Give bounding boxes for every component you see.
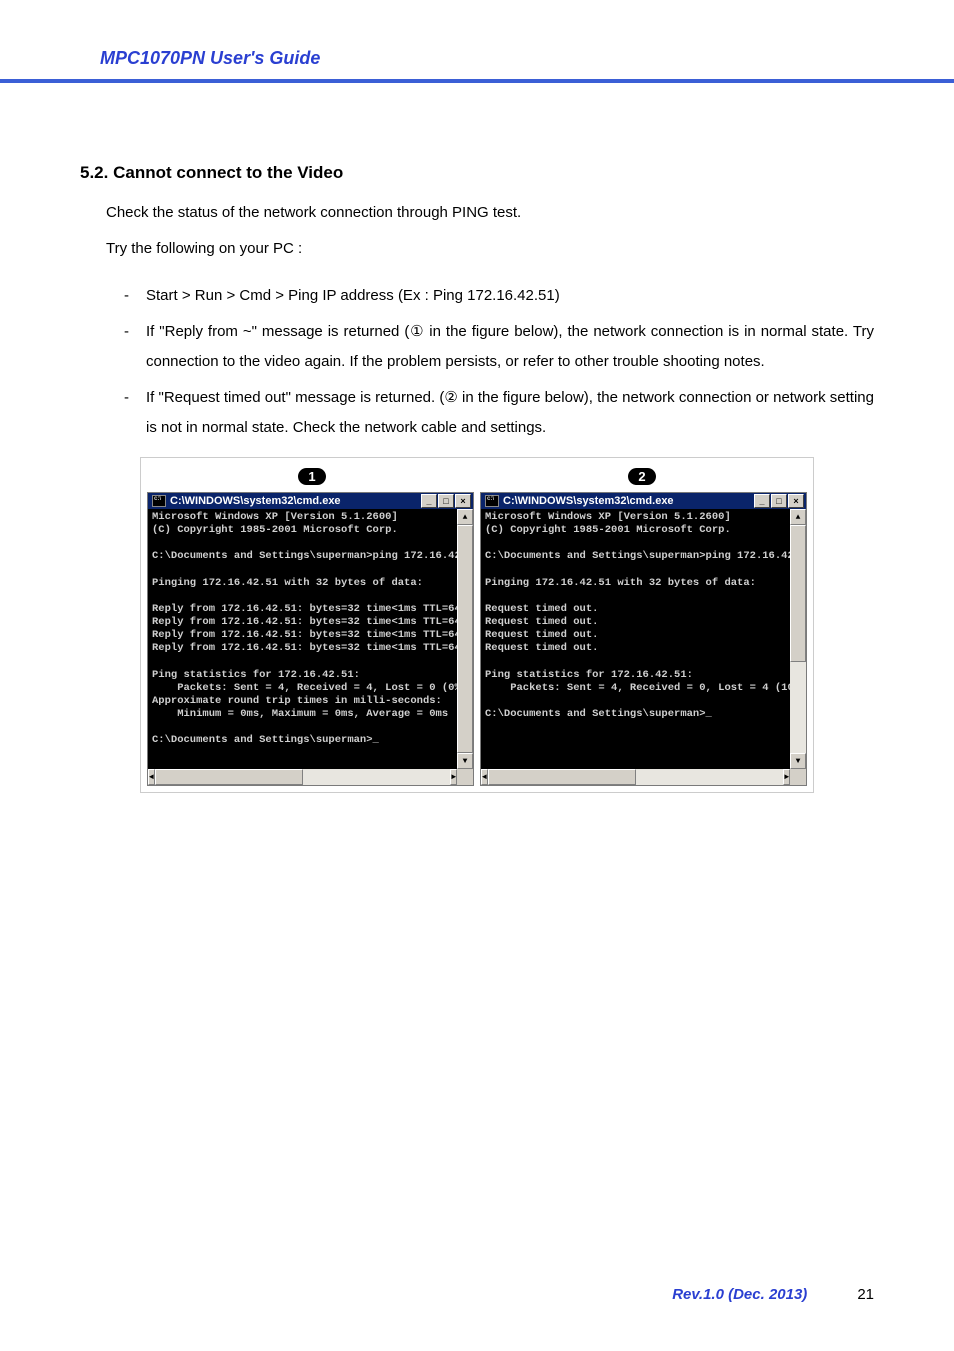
cmd-window-2: C:\WINDOWS\system32\cmd.exe _ □ × Micros…: [480, 492, 807, 786]
minimize-button[interactable]: _: [421, 494, 437, 508]
resize-grip-icon[interactable]: [457, 769, 473, 785]
horizontal-scrollbar[interactable]: ◄ ►: [481, 769, 806, 785]
window-title: C:\WINDOWS\system32\cmd.exe: [170, 495, 341, 507]
list-item: Start > Run > Cmd > Ping IP address (Ex …: [120, 281, 874, 311]
resize-grip-icon[interactable]: [790, 769, 806, 785]
scroll-down-icon[interactable]: ▼: [457, 753, 473, 769]
scroll-thumb[interactable]: [790, 525, 806, 662]
window-title: C:\WINDOWS\system32\cmd.exe: [503, 495, 674, 507]
terminal-output: Microsoft Windows XP [Version 5.1.2600] …: [481, 509, 790, 769]
scroll-down-icon[interactable]: ▼: [790, 753, 806, 769]
cmd-icon: [485, 495, 499, 507]
doc-title: MPC1070PN User's Guide: [100, 48, 320, 68]
window-controls: _ □ ×: [421, 494, 471, 508]
cmd-window-1: C:\WINDOWS\system32\cmd.exe _ □ × Micros…: [147, 492, 474, 786]
cmd-icon: [152, 495, 166, 507]
list-item: If "Reply from ~" message is returned (①…: [120, 317, 874, 377]
scroll-up-icon[interactable]: ▲: [457, 509, 473, 525]
vertical-scrollbar[interactable]: ▲ ▼: [790, 509, 806, 769]
section-title: Cannot connect to the Video: [113, 163, 343, 182]
revision-text: Rev.1.0 (Dec. 2013): [672, 1286, 807, 1303]
figure-badge-1: 1: [298, 468, 325, 485]
page-header: MPC1070PN User's Guide: [0, 0, 954, 83]
scroll-right-icon[interactable]: ►: [783, 769, 790, 785]
page-content: 5.2. Cannot connect to the Video Check t…: [0, 83, 954, 793]
window-controls: _ □ ×: [754, 494, 804, 508]
horizontal-scrollbar[interactable]: ◄ ►: [148, 769, 473, 785]
section-heading: 5.2. Cannot connect to the Video: [80, 163, 874, 183]
scroll-thumb[interactable]: [488, 769, 636, 785]
titlebar[interactable]: C:\WINDOWS\system32\cmd.exe _ □ ×: [148, 493, 473, 509]
scroll-left-icon[interactable]: ◄: [148, 769, 155, 785]
badge-row: 1 2: [147, 468, 807, 486]
vertical-scrollbar[interactable]: ▲ ▼: [457, 509, 473, 769]
maximize-button[interactable]: □: [438, 494, 454, 508]
close-button[interactable]: ×: [455, 494, 471, 508]
titlebar[interactable]: C:\WINDOWS\system32\cmd.exe _ □ ×: [481, 493, 806, 509]
figure: 1 2 C:\WINDOWS\system32\cmd.exe _ □ ×: [140, 457, 814, 793]
scroll-left-icon[interactable]: ◄: [481, 769, 488, 785]
scroll-thumb[interactable]: [155, 769, 303, 785]
paragraph: Check the status of the network connecti…: [106, 201, 874, 225]
maximize-button[interactable]: □: [771, 494, 787, 508]
list-item: If "Request timed out" message is return…: [120, 383, 874, 443]
scroll-right-icon[interactable]: ►: [450, 769, 457, 785]
minimize-button[interactable]: _: [754, 494, 770, 508]
bullet-list: Start > Run > Cmd > Ping IP address (Ex …: [120, 281, 874, 443]
page-number: 21: [857, 1286, 874, 1303]
terminal-output: Microsoft Windows XP [Version 5.1.2600] …: [148, 509, 457, 769]
section-number: 5.2.: [80, 163, 108, 182]
close-button[interactable]: ×: [788, 494, 804, 508]
paragraph: Try the following on your PC :: [106, 237, 874, 261]
scroll-thumb[interactable]: [457, 525, 473, 753]
scroll-up-icon[interactable]: ▲: [790, 509, 806, 525]
page-footer: Rev.1.0 (Dec. 2013) 21: [672, 1286, 874, 1303]
figure-badge-2: 2: [628, 468, 655, 485]
